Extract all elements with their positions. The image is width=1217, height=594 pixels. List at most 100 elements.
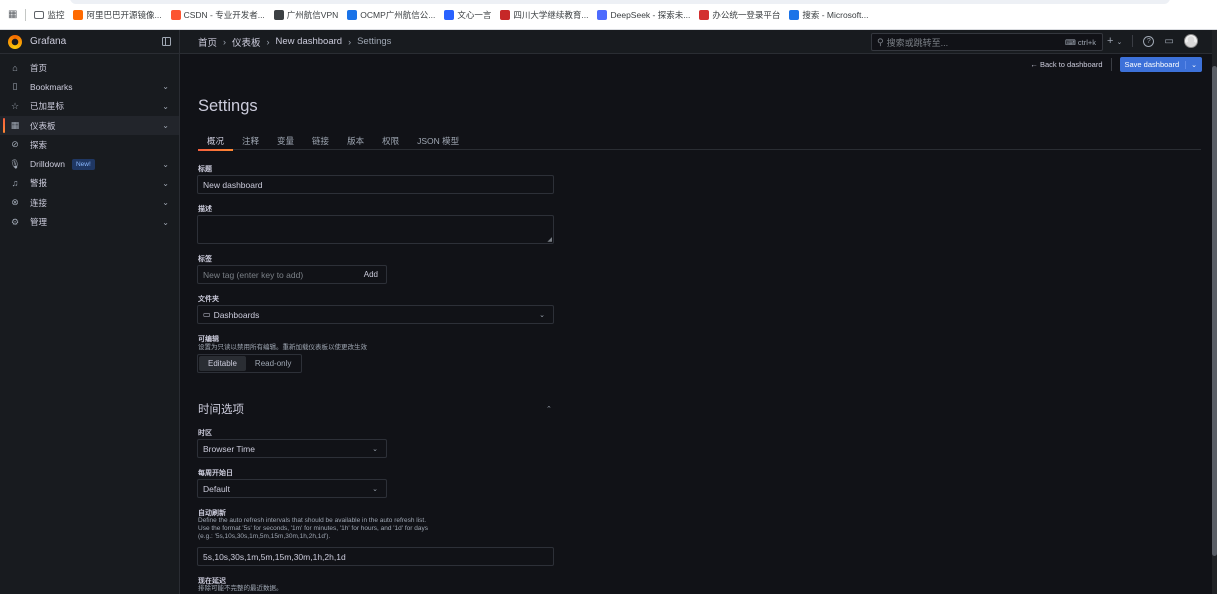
grafana-topbar: Grafana 首页 › 仪表板 › New dashboard › Setti… bbox=[0, 29, 1212, 54]
tab-annotations[interactable]: 注释 bbox=[233, 131, 268, 150]
chevron-down-icon[interactable]: ⌄ bbox=[162, 218, 169, 227]
tab-variables[interactable]: 变量 bbox=[268, 131, 303, 150]
bookmark-label: 广州航信VPN bbox=[286, 9, 339, 20]
search-input[interactable]: ⚲ 搜索或跳转至... ⌨ ctrl+k bbox=[871, 33, 1103, 51]
news-icon[interactable]: ▭ bbox=[1164, 36, 1173, 47]
dock-menu-icon[interactable] bbox=[162, 36, 171, 46]
sidebar-item[interactable]: ⊗ 连接 ⌄ bbox=[0, 193, 179, 212]
grafana-logo-icon[interactable] bbox=[8, 34, 22, 49]
deepseek-icon bbox=[597, 9, 608, 20]
topbar-actions: + ⌄ ? ▭ bbox=[1107, 34, 1198, 48]
home-icon: ⌂ bbox=[12, 62, 18, 73]
back-to-dashboard-button[interactable]: ← Back to dashboard bbox=[1030, 60, 1102, 69]
chevron-down-icon[interactable]: ⌄ bbox=[162, 179, 169, 188]
folder-select[interactable]: ▭ Dashboards ⌄ bbox=[197, 305, 554, 324]
bookmark-label: OCMP广州航信公... bbox=[360, 9, 436, 20]
page-title: Settings bbox=[198, 97, 258, 115]
bookmark-item[interactable]: 办公统一登录平台 bbox=[699, 9, 780, 21]
bookmark-label: 阿里巴巴开源镜像... bbox=[86, 9, 162, 20]
timezone-select[interactable]: Browser Time ⌄ bbox=[197, 439, 387, 458]
tab-general[interactable]: 概况 bbox=[198, 131, 234, 151]
breadcrumb-dashboards[interactable]: 仪表板 bbox=[232, 35, 261, 49]
read-only-option[interactable]: Read-only bbox=[246, 356, 300, 371]
time-options-title[interactable]: 时间选项 bbox=[198, 401, 244, 417]
chevron-down-icon[interactable]: ⌄ bbox=[162, 102, 169, 111]
chevron-down-icon[interactable]: ⌄ bbox=[1185, 60, 1197, 69]
sidebar-item[interactable]: ⊘ 探索 bbox=[0, 135, 179, 154]
sidebar-item[interactable]: ☆ 已加星标 ⌄ bbox=[0, 97, 179, 116]
new-button[interactable]: + ⌄ bbox=[1107, 35, 1122, 47]
bookmark-label: 文心一言 bbox=[457, 9, 492, 20]
chevron-down-icon[interactable]: ⌄ bbox=[162, 198, 169, 207]
save-dashboard-button[interactable]: Save dashboard ⌄ bbox=[1119, 57, 1202, 72]
resize-handle-icon[interactable]: ◢ bbox=[547, 236, 552, 243]
help-icon[interactable]: ? bbox=[1143, 35, 1155, 47]
sidebar-item-label: 仪表板 bbox=[30, 120, 56, 131]
editable-option[interactable]: Editable bbox=[199, 356, 246, 371]
sidebar-item-label: Drilldown bbox=[30, 159, 65, 170]
tab-links[interactable]: 链接 bbox=[303, 131, 338, 150]
scrollbar-thumb[interactable] bbox=[1212, 66, 1217, 556]
bookmark-item[interactable]: DeepSeek - 探索未... bbox=[597, 9, 690, 21]
sidebar-item-label: 探索 bbox=[30, 139, 48, 150]
folder-icon: ▭ bbox=[203, 310, 211, 319]
editable-label: 可编辑 bbox=[198, 336, 219, 343]
ocmp-icon bbox=[347, 9, 358, 20]
timezone-label: 时区 bbox=[198, 430, 212, 437]
chevron-down-icon[interactable]: ⌄ bbox=[162, 121, 169, 130]
folder-label: 文件夹 bbox=[198, 296, 219, 303]
page-scrollbar[interactable] bbox=[1212, 30, 1217, 594]
chevron-down-icon[interactable]: ⌄ bbox=[162, 82, 169, 91]
bookmark-item[interactable]: 广州航信VPN bbox=[273, 9, 339, 21]
compass-icon: ⊘ bbox=[11, 139, 19, 150]
search-icon bbox=[789, 9, 800, 20]
apps-icon[interactable]: ▦ bbox=[8, 9, 17, 20]
sidebar-item[interactable]: ▯ Bookmarks ⌄ bbox=[0, 77, 179, 96]
bookmark-item[interactable]: OCMP广州航信公... bbox=[347, 9, 435, 21]
description-textarea[interactable]: ◢ bbox=[197, 215, 554, 244]
bookmarks-divider bbox=[25, 8, 27, 21]
bookmark-item[interactable]: CSDN - 专业开发者... bbox=[170, 9, 265, 21]
week-start-select[interactable]: Default ⌄ bbox=[197, 479, 387, 498]
main-content: ← Back to dashboard Save dashboard ⌄ Set… bbox=[181, 54, 1212, 594]
sidebar-item[interactable]: ⚙ 管理 ⌄ bbox=[0, 212, 179, 231]
search-shortcut: ⌨ ctrl+k bbox=[1064, 37, 1096, 47]
editable-description: 设置为只读以禁用所有编辑。重新加载仪表板以使更改生效 bbox=[198, 344, 367, 351]
breadcrumb-home[interactable]: 首页 bbox=[198, 35, 217, 49]
chevron-up-icon[interactable]: ⌃ bbox=[546, 405, 552, 413]
tab-json-model[interactable]: JSON 模型 bbox=[408, 131, 468, 150]
breadcrumb-dashboard[interactable]: New dashboard bbox=[276, 36, 343, 47]
tags-input[interactable]: New tag (enter key to add) Add bbox=[197, 265, 387, 284]
tab-permissions[interactable]: 权限 bbox=[373, 131, 408, 150]
avatar[interactable] bbox=[1183, 34, 1198, 48]
sidebar-item[interactable]: 🎙 Drilldown New! ⌄ bbox=[0, 154, 179, 173]
bookmark-item[interactable]: 搜索 - Microsoft... bbox=[789, 9, 868, 21]
week-start-label: 每周开始日 bbox=[198, 470, 233, 477]
bookmark-item[interactable]: 阿里巴巴开源镜像... bbox=[73, 9, 162, 21]
chevron-down-icon: ⌄ bbox=[539, 311, 545, 319]
bookmark-item[interactable]: 监控 bbox=[34, 9, 64, 21]
sidebar-item[interactable]: ♫ 警报 ⌄ bbox=[0, 174, 179, 193]
scu-icon bbox=[500, 9, 511, 20]
add-tag-button[interactable]: Add bbox=[364, 270, 378, 279]
brand-name: Grafana bbox=[30, 36, 67, 47]
folder-icon bbox=[34, 10, 45, 19]
chevron-down-icon[interactable]: ⌄ bbox=[162, 160, 169, 169]
sidebar-item-label: 已加星标 bbox=[30, 101, 65, 112]
chevron-right-icon: › bbox=[223, 36, 227, 47]
sidebar-item[interactable]: ▦ 仪表板 ⌄ bbox=[0, 115, 179, 136]
chevron-down-icon: ⌄ bbox=[372, 485, 378, 493]
breadcrumb-current: Settings bbox=[357, 36, 392, 47]
bell-icon: ♫ bbox=[11, 178, 19, 189]
tab-versions[interactable]: 版本 bbox=[338, 131, 373, 150]
globe-icon bbox=[273, 9, 284, 20]
bookmark-label: CSDN - 专业开发者... bbox=[183, 9, 265, 20]
bookmark-item[interactable]: 四川大学继续教育... bbox=[500, 9, 588, 21]
sidebar-item[interactable]: ⌂ 首页 bbox=[0, 58, 179, 77]
bookmark-item[interactable]: 文心一言 bbox=[444, 9, 491, 21]
search-icon: ⚲ bbox=[877, 36, 884, 47]
title-input[interactable]: New dashboard bbox=[197, 175, 554, 194]
auto-refresh-input[interactable]: 5s,10s,30s,1m,5m,15m,30m,1h,2h,1d bbox=[197, 547, 554, 566]
bookmarks-bar: ▦ 监控 阿里巴巴开源镜像... CSDN - 专业开发者... 广州航信VPN OCM… bbox=[0, 0, 1217, 30]
sidebar: ⌂ 首页 ▯ Bookmarks ⌄ ☆ 已加星标 ⌄ ▦ 仪表板 ⌄ ⊘ 探索 🎙 Drilldown Ne… bbox=[0, 54, 180, 594]
